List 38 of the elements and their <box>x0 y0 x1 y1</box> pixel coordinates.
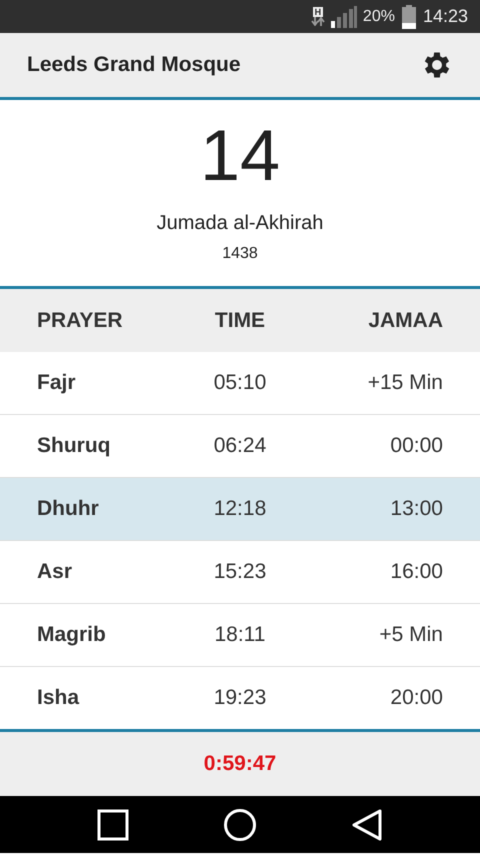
prayer-name: Magrib <box>37 623 107 647</box>
prayer-time: 19:23 <box>212 686 268 710</box>
clock-time: 14:23 <box>422 6 468 27</box>
prayer-row[interactable]: Magrib 18:11 +5 Min <box>0 604 480 667</box>
battery-percent: 20% <box>362 8 395 26</box>
highlighted-prayer-row[interactable]: Dhuhr 12:18 13:00 <box>0 478 480 541</box>
prayer-time: 18:11 <box>213 623 266 647</box>
prayer-name: Asr <box>37 560 74 584</box>
jamaa-time: 20:00 <box>389 686 443 710</box>
jamaa-time: 13:00 <box>389 497 443 521</box>
jamaa-time: 16:00 <box>389 560 443 584</box>
prayer-name: Fajr <box>37 371 77 395</box>
prayer-time: 05:10 <box>212 371 268 395</box>
prayer-row[interactable]: Fajr 05:10 +15 Min <box>0 352 480 415</box>
prayer-time: 12:18 <box>212 497 268 521</box>
hijri-year: 1438 <box>222 245 258 263</box>
jamaa-time: +5 Min <box>378 623 443 647</box>
column-header: JAMAA <box>367 308 443 332</box>
column-header: TIME <box>214 308 266 332</box>
home-button[interactable] <box>224 808 256 840</box>
countdown-timer: 0:59:47 <box>204 752 276 776</box>
prayer-name: Isha <box>37 686 80 710</box>
column-header: PRAYER <box>37 308 124 332</box>
signal-icon <box>330 6 357 28</box>
hijri-month: Jumada al-Akhirah <box>156 212 324 235</box>
prayer-name: Dhuhr <box>37 497 100 521</box>
prayer-time: 06:24 <box>212 434 268 458</box>
battery-icon <box>400 4 417 28</box>
app-title: Leeds Grand Mosque <box>27 53 241 77</box>
jamaa-time: 00:00 <box>389 434 443 458</box>
jamaa-time: +15 Min <box>366 371 443 395</box>
recents-button[interactable] <box>97 808 129 840</box>
prayer-row[interactable]: Isha 19:23 20:00 <box>0 667 480 729</box>
prayer-time: 15:23 <box>212 560 268 584</box>
prayer-name: Shuruq <box>37 434 112 458</box>
prayer-row[interactable]: Asr 15:23 16:00 <box>0 541 480 604</box>
back-button[interactable] <box>351 808 383 840</box>
hijri-day: 14 <box>200 116 280 196</box>
